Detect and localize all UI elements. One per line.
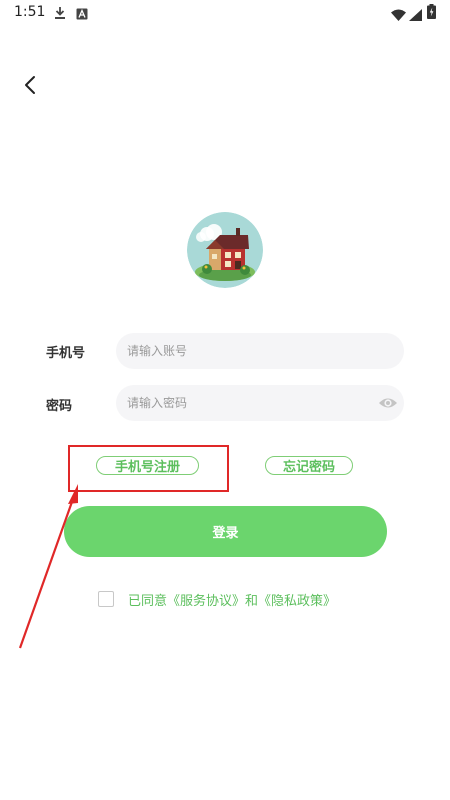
- login-button[interactable]: 登录: [64, 506, 387, 557]
- wifi-icon: [391, 6, 406, 25]
- chevron-left-icon: [25, 76, 35, 94]
- a-notification-icon: [76, 5, 88, 24]
- agreement-text[interactable]: 已同意《服务协议》和《隐私政策》: [128, 590, 336, 609]
- password-input[interactable]: [116, 385, 404, 421]
- forgot-password-button[interactable]: 忘记密码: [265, 456, 353, 475]
- phone-label: 手机号: [46, 346, 86, 361]
- phone-input[interactable]: [116, 333, 404, 369]
- phone-field: [116, 333, 404, 369]
- house-logo-icon: [187, 212, 263, 288]
- app-logo: [187, 212, 263, 288]
- annotation-highlight-box: [68, 445, 229, 492]
- signal-icon: [409, 6, 422, 25]
- back-button[interactable]: [18, 72, 44, 98]
- eye-icon[interactable]: [378, 394, 398, 412]
- agreement-checkbox[interactable]: [98, 591, 114, 607]
- password-field: [116, 385, 404, 421]
- password-label: 密码: [46, 399, 73, 414]
- status-time: 1:51: [14, 4, 46, 20]
- download-icon: [54, 5, 66, 24]
- status-bar: 1:51: [0, 0, 450, 24]
- battery-icon: [427, 4, 436, 23]
